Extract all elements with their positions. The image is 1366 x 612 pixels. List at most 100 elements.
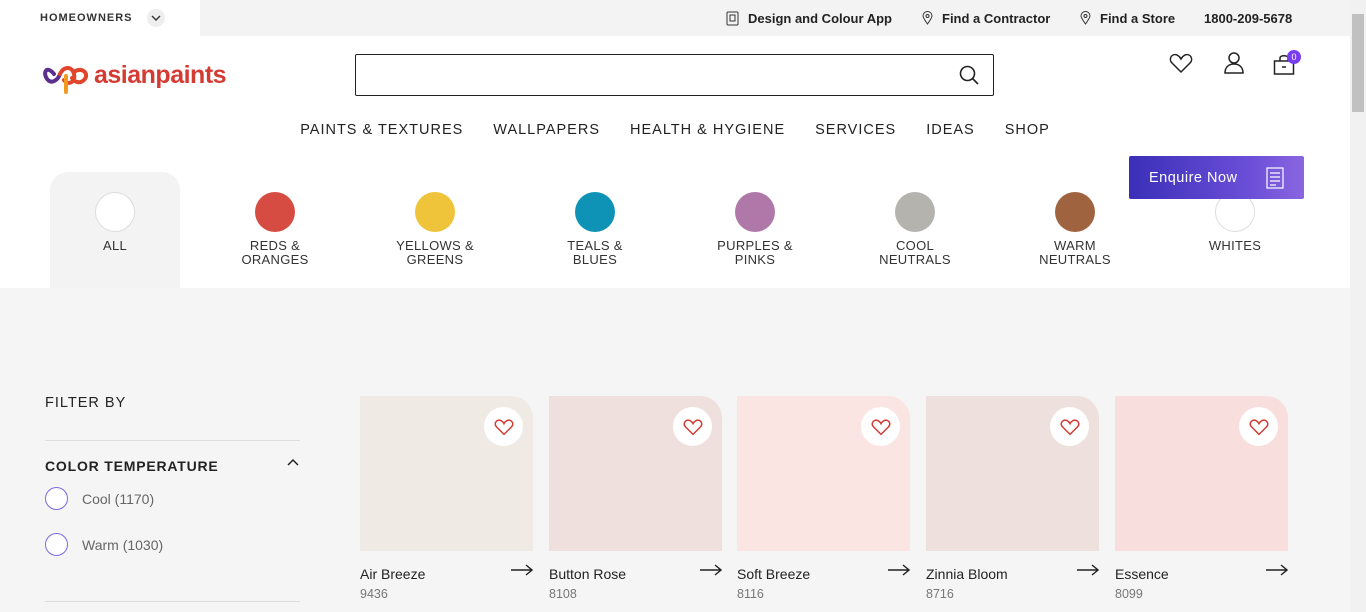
color-code: 9436 xyxy=(360,587,388,601)
arrow-right-icon[interactable] xyxy=(1077,564,1099,576)
phone-number-label: 1800-209-5678 xyxy=(1204,10,1293,26)
color-card[interactable]: Essence 8099 xyxy=(1115,396,1288,601)
family-warm-neutrals[interactable]: WARM NEUTRALS xyxy=(1010,172,1140,288)
color-code: 8716 xyxy=(926,587,954,601)
chevron-down-icon[interactable] xyxy=(146,9,165,27)
color-name: Zinnia Bloom xyxy=(926,566,1008,582)
family-swatch xyxy=(735,192,775,232)
search-bar[interactable] xyxy=(355,54,994,96)
heart-icon xyxy=(494,418,513,435)
cart-count-badge: 0 xyxy=(1287,50,1301,64)
family-label: REDS & xyxy=(249,238,301,253)
heart-icon xyxy=(683,418,702,435)
find-store-label: Find a Store xyxy=(1100,10,1176,26)
enquire-now-label: Enquire Now xyxy=(1149,169,1238,186)
favorite-button[interactable] xyxy=(861,407,900,446)
enquire-now-button[interactable]: Enquire Now xyxy=(1129,156,1304,199)
radio-button[interactable] xyxy=(45,487,68,510)
location-pin-icon xyxy=(1080,11,1091,25)
color-name: Air Breeze xyxy=(360,566,426,582)
filter-option-warm[interactable]: Warm (1030) xyxy=(45,533,163,556)
family-label: ALL xyxy=(102,238,128,253)
family-swatch xyxy=(575,192,615,232)
page-scrollbar[interactable] xyxy=(1350,0,1366,612)
color-name: Button Rose xyxy=(549,566,627,582)
scrollbar-thumb[interactable] xyxy=(1352,14,1364,112)
family-label: YELLOWS & xyxy=(396,238,474,253)
favorite-button[interactable] xyxy=(1239,407,1278,446)
color-swatch[interactable] xyxy=(1115,396,1288,551)
location-pin-icon xyxy=(922,11,933,25)
family-reds-oranges[interactable]: REDS & ORANGES xyxy=(210,172,340,288)
family-label-line2: ORANGES xyxy=(241,252,309,267)
logo-wordmark: asianpaints xyxy=(94,60,227,89)
user-icon[interactable] xyxy=(1223,52,1245,74)
family-teals-blues[interactable]: TEALS & BLUES xyxy=(530,172,660,288)
favorite-button[interactable] xyxy=(1050,407,1089,446)
heart-icon xyxy=(1060,418,1079,435)
color-card[interactable]: Zinnia Bloom 8716 xyxy=(926,396,1099,601)
favorite-button[interactable] xyxy=(484,407,523,446)
color-card[interactable]: Air Breeze 9436 xyxy=(360,396,533,601)
family-swatch xyxy=(415,192,455,232)
segment-selector[interactable]: HOMEOWNERS xyxy=(0,0,200,36)
color-name: Essence xyxy=(1115,566,1169,582)
family-swatch xyxy=(1055,192,1095,232)
form-icon xyxy=(1266,167,1284,189)
segment-label: HOMEOWNERS xyxy=(40,12,133,24)
design-app-link[interactable]: Design and Colour App xyxy=(726,0,892,36)
nav-ideas[interactable]: IDEAS xyxy=(926,122,975,138)
family-label: COOL xyxy=(895,238,935,253)
family-label-line2: NEUTRALS xyxy=(879,252,951,267)
color-temperature-heading[interactable]: COLOR TEMPERATURE xyxy=(45,458,219,474)
arrow-right-icon[interactable] xyxy=(511,564,533,576)
arrow-right-icon[interactable] xyxy=(700,564,722,576)
filter-by-heading: FILTER BY xyxy=(45,395,127,411)
heart-icon[interactable] xyxy=(1169,52,1193,74)
chevron-up-icon[interactable] xyxy=(287,458,299,466)
main-navigation: PAINTS & TEXTURES WALLPAPERS HEALTH & HY… xyxy=(0,122,1350,138)
family-swatch xyxy=(95,192,135,232)
family-purples-pinks[interactable]: PURPLES & PINKS xyxy=(690,172,820,288)
brand-logo[interactable]: asianpaints xyxy=(40,56,227,94)
family-cool-neutrals[interactable]: COOL NEUTRALS xyxy=(850,172,980,288)
family-label-line2: BLUES xyxy=(572,252,618,267)
nav-wallpapers[interactable]: WALLPAPERS xyxy=(493,122,600,138)
color-swatch[interactable] xyxy=(549,396,722,551)
color-swatch[interactable] xyxy=(360,396,533,551)
filter-option-cool[interactable]: Cool (1170) xyxy=(45,487,154,510)
family-label: TEALS & xyxy=(567,238,623,253)
find-store-link[interactable]: Find a Store xyxy=(1080,0,1175,36)
asianpaints-logo-mark xyxy=(43,66,89,94)
search-icon[interactable] xyxy=(959,65,979,85)
find-contractor-label: Find a Contractor xyxy=(942,10,1051,26)
family-label-line2: GREENS xyxy=(406,252,464,267)
favorite-button[interactable] xyxy=(673,407,712,446)
filter-divider xyxy=(45,601,300,602)
color-code: 8116 xyxy=(737,587,764,601)
family-all[interactable]: ALL xyxy=(50,172,180,288)
arrow-right-icon[interactable] xyxy=(1266,564,1288,576)
filter-divider xyxy=(45,440,300,441)
arrow-right-icon[interactable] xyxy=(888,564,910,576)
filter-option-label: Cool (1170) xyxy=(82,490,155,507)
family-swatch xyxy=(255,192,295,232)
nav-services[interactable]: SERVICES xyxy=(815,122,896,138)
nav-paints-textures[interactable]: PAINTS & TEXTURES xyxy=(300,122,463,138)
nav-shop[interactable]: SHOP xyxy=(1005,122,1050,138)
nav-health-hygiene[interactable]: HEALTH & HYGIENE xyxy=(630,122,785,138)
color-card[interactable]: Button Rose 8108 xyxy=(549,396,722,601)
family-label: WHITES xyxy=(1208,238,1262,253)
find-contractor-link[interactable]: Find a Contractor xyxy=(922,0,1050,36)
family-swatch xyxy=(895,192,935,232)
radio-button[interactable] xyxy=(45,533,68,556)
family-label-line2: NEUTRALS xyxy=(1039,252,1111,267)
family-yellows-greens[interactable]: YELLOWS & GREENS xyxy=(370,172,500,288)
top-utility-bar: HOMEOWNERS Design and Colour App Find a … xyxy=(0,0,1350,36)
color-swatch[interactable] xyxy=(926,396,1099,551)
family-label: PURPLES & xyxy=(717,238,793,253)
color-swatch[interactable] xyxy=(737,396,910,551)
search-input[interactable] xyxy=(366,55,946,93)
color-card[interactable]: Soft Breeze 8116 xyxy=(737,396,910,601)
phone-number[interactable]: 1800-209-5678 xyxy=(1204,0,1292,36)
